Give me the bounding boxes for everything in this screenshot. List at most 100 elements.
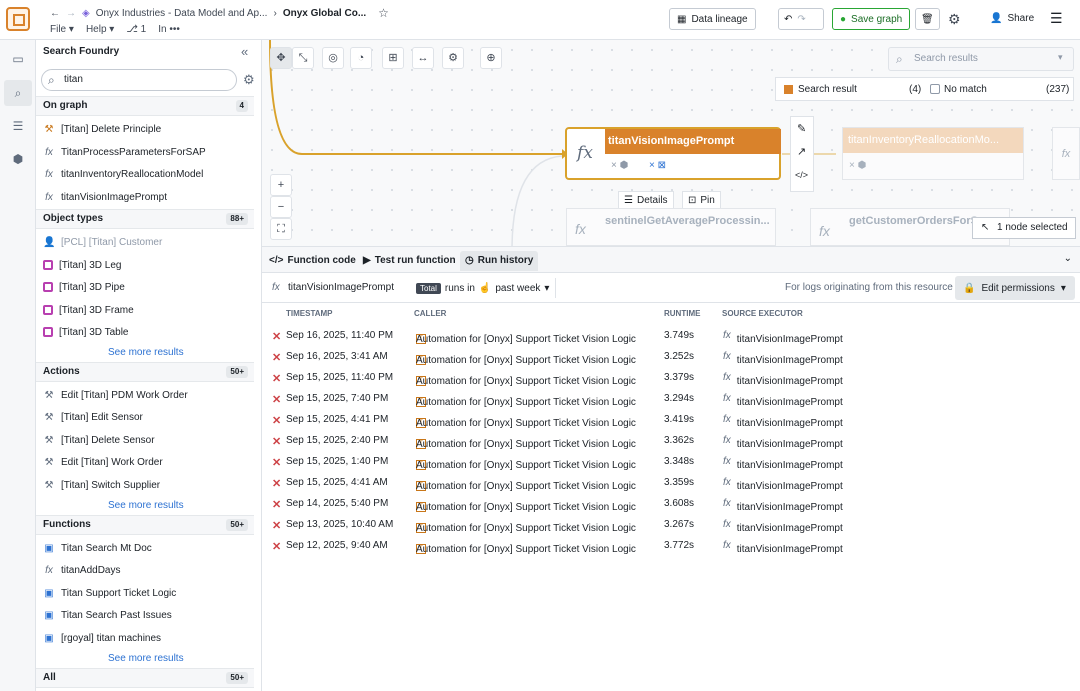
table-row[interactable]: ✕ Sep 15, 2025, 1:40 PM T Automation for [O… bbox=[262, 452, 1080, 473]
source-cell[interactable]: fx titanVisionImagePrompt bbox=[723, 351, 843, 366]
share-button[interactable]: 👤 Share bbox=[990, 13, 1034, 24]
list-item[interactable]: [Titan] 3D Leg bbox=[43, 256, 121, 274]
see-more-link[interactable]: See more results bbox=[108, 500, 184, 511]
panel-icon[interactable]: ▭ bbox=[9, 50, 27, 68]
graph-node[interactable]: titanInventoryReallocationMo... × ⬢ bbox=[842, 127, 1024, 180]
move-tool-icon[interactable]: ✥ bbox=[270, 47, 292, 69]
list-item[interactable]: 👤 [PCL] [Titan] Customer bbox=[43, 233, 162, 251]
list-item[interactable]: ⚒ [Titan] Delete Principle bbox=[43, 120, 162, 138]
section-on-graph[interactable]: On graph 4 bbox=[36, 96, 254, 116]
list-item[interactable]: ▣ [rgoyal] titan machines bbox=[43, 629, 161, 647]
list-item[interactable]: ▣ Titan Search Mt Doc bbox=[43, 539, 152, 557]
list-item[interactable]: fx titanAddDays bbox=[43, 561, 120, 579]
location-indicator[interactable]: In ••• bbox=[158, 24, 180, 35]
source-cell[interactable]: fx titanVisionImagePrompt bbox=[723, 393, 843, 408]
table-row[interactable]: ✕ Sep 16, 2025, 11:40 PM T Automation for [… bbox=[262, 326, 1080, 347]
list-item[interactable]: fx TitanProcessParametersForSAP bbox=[43, 143, 206, 161]
list-item[interactable]: ▣ Titan Search Past Issues bbox=[43, 606, 172, 624]
section-all[interactable]: All 50+ bbox=[36, 668, 254, 688]
data-lineage-button[interactable]: ▦ Data lineage bbox=[669, 8, 756, 30]
results-dropdown-icon[interactable]: ▾ bbox=[1058, 52, 1063, 63]
search-rail-icon[interactable]: ⌕ bbox=[4, 80, 32, 106]
fit-view-icon[interactable]: ⛶ bbox=[270, 218, 292, 240]
edit-permissions-button[interactable]: 🔒 Edit permissions ▾ bbox=[955, 276, 1075, 300]
search-input[interactable]: titan bbox=[41, 69, 237, 91]
list-item[interactable]: ▣ Titan Support Ticket Logic bbox=[43, 584, 176, 602]
zoom-in-icon[interactable]: + bbox=[270, 174, 292, 196]
see-more-link[interactable]: See more results bbox=[108, 347, 184, 358]
undo-icon[interactable]: ↶ bbox=[784, 14, 792, 25]
table-row[interactable]: ✕ Sep 15, 2025, 4:41 PM T Automation for [O… bbox=[262, 410, 1080, 431]
pie-icon[interactable]: ◔ bbox=[350, 47, 372, 69]
search-settings-icon[interactable]: ⚙ bbox=[243, 72, 255, 88]
graph-node-partial[interactable]: fx bbox=[1052, 127, 1080, 180]
open-icon[interactable]: ↗ bbox=[797, 145, 806, 158]
table-row[interactable]: ✕ Sep 16, 2025, 3:41 AM T Automation for [O… bbox=[262, 347, 1080, 368]
breadcrumb-project[interactable]: Onyx Industries - Data Model and Ap... bbox=[96, 8, 268, 19]
table-row[interactable]: ✕ Sep 13, 2025, 10:40 AM T Automation for [… bbox=[262, 515, 1080, 536]
select-tool-icon[interactable]: ⤡ bbox=[292, 47, 314, 69]
back-arrow-icon[interactable]: ← bbox=[50, 8, 60, 19]
list-item[interactable]: ⚒ [Titan] Delete Sensor bbox=[43, 431, 155, 449]
undo-redo-group[interactable]: ↶ ↷ bbox=[778, 8, 824, 30]
cube-rail-icon[interactable]: ⬢ bbox=[9, 150, 27, 168]
menu-help[interactable]: Help ▾ bbox=[86, 24, 114, 35]
breadcrumb-resource[interactable]: Onyx Global Co... bbox=[283, 8, 366, 19]
menu-file[interactable]: File ▾ bbox=[50, 24, 74, 35]
list-item[interactable]: ⚒ Edit [Titan] PDM Work Order bbox=[43, 386, 188, 404]
graph-node[interactable]: fx sentinelGetAverageProcessin... bbox=[566, 208, 776, 246]
list-item[interactable]: fx titanVisionImagePrompt bbox=[43, 188, 167, 206]
no-match-checkbox[interactable] bbox=[930, 84, 940, 94]
list-item[interactable]: [Titan] 3D Frame bbox=[43, 301, 134, 319]
list-item[interactable]: ⚒ Edit [Titan] Work Order bbox=[43, 453, 163, 471]
save-graph-button[interactable]: ● Save graph bbox=[832, 8, 911, 30]
column-header-timestamp[interactable]: TIMESTAMP bbox=[286, 309, 333, 318]
see-more-link[interactable]: See more results bbox=[108, 653, 184, 664]
list-item[interactable]: [Titan] 3D Pipe bbox=[43, 278, 125, 296]
tab-function-code[interactable]: </> Function code bbox=[264, 251, 361, 271]
section-actions[interactable]: Actions 50+ bbox=[36, 362, 254, 382]
column-header-source[interactable]: SOURCE EXECUTOR bbox=[722, 309, 803, 318]
star-icon[interactable]: ☆ bbox=[378, 6, 389, 20]
table-row[interactable]: ✕ Sep 15, 2025, 2:40 PM T Automation for [O… bbox=[262, 431, 1080, 452]
section-functions[interactable]: Functions 50+ bbox=[36, 515, 254, 535]
collapse-panel-icon[interactable]: ⌄ bbox=[1064, 253, 1072, 264]
expand-h-icon[interactable]: ↔ bbox=[412, 47, 434, 69]
list-icon[interactable]: ☰ bbox=[9, 117, 27, 135]
app-logo[interactable] bbox=[6, 7, 30, 31]
source-cell[interactable]: fx titanVisionImagePrompt bbox=[723, 540, 843, 555]
source-cell[interactable]: fx titanVisionImagePrompt bbox=[723, 519, 843, 534]
table-row[interactable]: ✕ Sep 15, 2025, 11:40 PM T Automation for [… bbox=[262, 368, 1080, 389]
column-header-runtime[interactable]: RUNTIME bbox=[664, 309, 700, 318]
source-cell[interactable]: fx titanVisionImagePrompt bbox=[723, 330, 843, 345]
canvas-settings-icon[interactable]: ⚙ bbox=[442, 47, 464, 69]
add-note-icon[interactable]: ⊕ bbox=[480, 47, 502, 69]
search-results-input[interactable]: Search results bbox=[888, 47, 1074, 71]
layout-icon[interactable]: ⊞ bbox=[382, 47, 404, 69]
source-cell[interactable]: fx titanVisionImagePrompt bbox=[723, 372, 843, 387]
delete-button[interactable]: 🗑 bbox=[915, 8, 940, 30]
target-icon[interactable]: ◎ bbox=[322, 47, 344, 69]
more-list-icon[interactable]: ☰ bbox=[1050, 10, 1063, 27]
table-row[interactable]: ✕ Sep 15, 2025, 7:40 PM T Automation for [O… bbox=[262, 389, 1080, 410]
source-cell[interactable]: fx titanVisionImagePrompt bbox=[723, 435, 843, 450]
tab-test-run[interactable]: ▶ Test run function bbox=[358, 251, 461, 271]
source-cell[interactable]: fx titanVisionImagePrompt bbox=[723, 498, 843, 513]
branch-indicator[interactable]: ⎇ 1 bbox=[126, 24, 146, 35]
list-item[interactable]: ⚒ [Titan] Edit Sensor bbox=[43, 408, 143, 426]
forward-arrow-icon[interactable]: → bbox=[66, 8, 76, 19]
tab-run-history[interactable]: ◷ Run history bbox=[460, 251, 539, 271]
table-row[interactable]: ✕ Sep 12, 2025, 9:40 AM T Automation for [O… bbox=[262, 536, 1080, 557]
runs-filter-dropdown[interactable]: Total runs in ☝ past week ▾ bbox=[410, 278, 557, 298]
graph-node-main[interactable]: fx titanVisionImagePrompt × ⬢ × ⊠ bbox=[565, 127, 781, 180]
source-cell[interactable]: fx titanVisionImagePrompt bbox=[723, 456, 843, 471]
table-row[interactable]: ✕ Sep 14, 2025, 5:40 PM T Automation for [O… bbox=[262, 494, 1080, 515]
source-cell[interactable]: fx titanVisionImagePrompt bbox=[723, 414, 843, 429]
list-item[interactable]: ⚒ [Titan] Switch Supplier bbox=[43, 476, 161, 494]
column-header-caller[interactable]: CALLER bbox=[414, 309, 446, 318]
code-icon[interactable]: </> bbox=[795, 170, 808, 180]
list-item[interactable]: [Titan] 3D Table bbox=[43, 323, 128, 341]
comment-icon[interactable]: ✎ bbox=[797, 122, 806, 135]
section-object-types[interactable]: Object types 88+ bbox=[36, 209, 254, 229]
collapse-icon[interactable]: « bbox=[241, 44, 248, 59]
